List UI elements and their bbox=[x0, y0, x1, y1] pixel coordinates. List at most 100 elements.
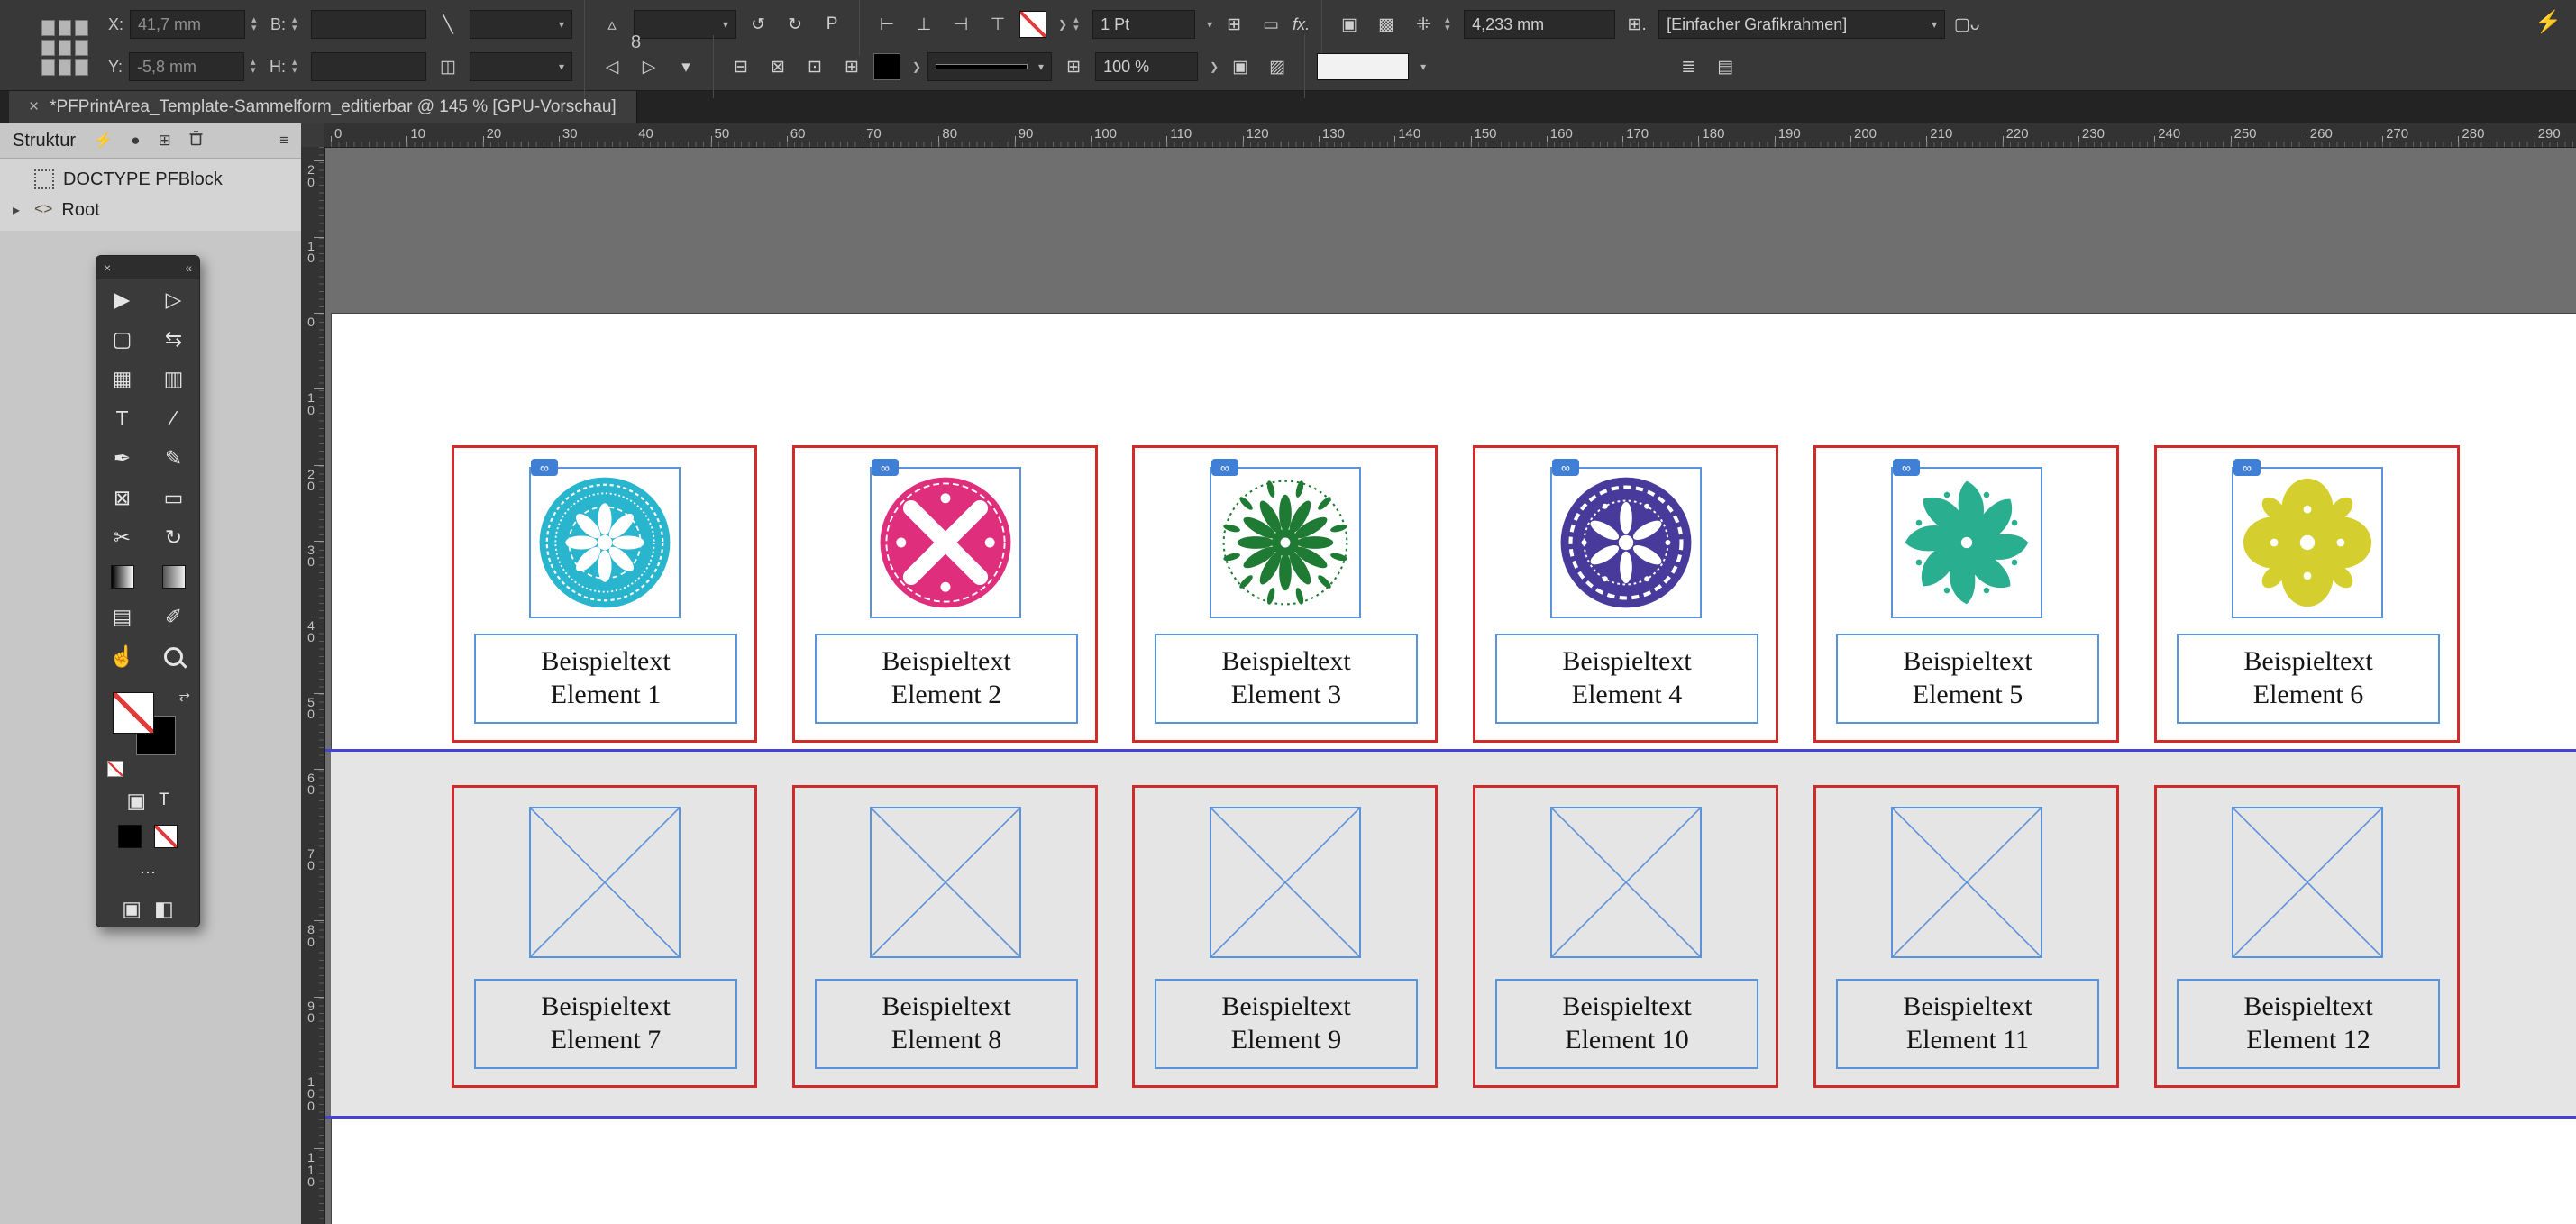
image-frame[interactable]: ∞ bbox=[2232, 467, 2383, 618]
palette-collapse-icon[interactable]: « bbox=[185, 260, 192, 275]
stroke-style-dropdown[interactable]: ▾ bbox=[927, 52, 1052, 81]
text-frame[interactable]: Beispieltext Element 7 bbox=[474, 979, 737, 1069]
scale-x-field[interactable]: ▾ bbox=[470, 10, 572, 39]
direct-selection-tool-icon[interactable]: ▷ bbox=[148, 279, 199, 319]
image-frame[interactable]: ∞ bbox=[1550, 467, 1702, 618]
element-card[interactable]: ∞ bbox=[1813, 445, 2119, 743]
panel-menu-icon[interactable]: ≡ bbox=[279, 132, 288, 150]
constrain-dimensions-icon[interactable]: 8 bbox=[631, 32, 641, 53]
x-position-field[interactable]: 41,7 mm bbox=[130, 10, 245, 39]
rotation-angle-field[interactable]: ▾ bbox=[634, 10, 736, 39]
text-frame[interactable]: Beispieltext Element 10 bbox=[1495, 979, 1758, 1069]
x-stepper[interactable]: ▴▾ bbox=[251, 16, 264, 32]
content-placer-tool-icon[interactable]: ▥ bbox=[148, 359, 199, 398]
spacing-field[interactable]: 4,233 mm bbox=[1464, 10, 1615, 39]
element-card[interactable]: ∞ bbox=[1132, 445, 1438, 743]
zoom-tool-icon[interactable] bbox=[148, 636, 199, 676]
placeholder-frame[interactable] bbox=[2232, 807, 2383, 958]
free-transform-tool-icon[interactable]: ↻ bbox=[148, 517, 199, 557]
palette-close-icon[interactable]: × bbox=[104, 260, 111, 275]
eyedropper-tool-icon[interactable]: ✐ bbox=[148, 597, 199, 636]
select-content-button[interactable]: P bbox=[817, 10, 847, 39]
new-element-icon[interactable]: ⊞ bbox=[158, 132, 170, 150]
text-frame[interactable]: Beispieltext Element 12 bbox=[2177, 979, 2440, 1069]
default-fill-stroke-icon[interactable] bbox=[107, 761, 123, 777]
image-frame[interactable]: ∞ bbox=[529, 467, 681, 618]
rotate-ccw-icon[interactable]: ↺ bbox=[743, 10, 773, 39]
delete-element-icon[interactable] bbox=[189, 131, 203, 151]
preview-mode-button[interactable]: ◧ bbox=[154, 897, 174, 921]
flip-horizontal-icon[interactable]: ◁ bbox=[597, 52, 627, 81]
flip-vertical-icon[interactable]: ▷ bbox=[634, 52, 664, 81]
object-style-dropdown[interactable]: [Einfacher Grafikrahmen] ▾ bbox=[1658, 10, 1945, 39]
ruler-corner[interactable] bbox=[301, 123, 325, 148]
image-frame[interactable]: ∞ bbox=[1891, 467, 2042, 618]
view-options-icon[interactable]: ⋯ bbox=[140, 863, 156, 882]
align-left-icon[interactable]: ⊢ bbox=[872, 10, 902, 39]
snippet-icon[interactable]: ● bbox=[131, 132, 140, 150]
gradient-tool-icon[interactable] bbox=[96, 557, 148, 597]
frame-options-icon[interactable]: ▭ bbox=[1256, 10, 1286, 39]
corner-radius-icon[interactable]: ⊞. bbox=[1621, 10, 1652, 39]
element-card[interactable]: Beispieltext Element 9 bbox=[1132, 785, 1438, 1088]
text-frame[interactable]: Beispieltext Element 3 bbox=[1155, 634, 1418, 724]
document-tab[interactable]: × *PFPrintArea_Template-Sammelform_editi… bbox=[9, 90, 637, 123]
element-card[interactable]: Beispieltext Element 12 bbox=[2154, 785, 2460, 1088]
placeholder-frame[interactable] bbox=[1891, 807, 2042, 958]
image-frame[interactable]: ∞ bbox=[870, 467, 1021, 618]
flip-dropdown-icon[interactable]: ▾ bbox=[671, 52, 701, 81]
gap-tool-icon[interactable]: ⇆ bbox=[148, 319, 199, 359]
text-wrap-off-icon[interactable]: ▣ bbox=[1334, 10, 1365, 39]
text-frame[interactable]: Beispieltext Element 4 bbox=[1495, 634, 1758, 724]
element-card[interactable]: Beispieltext Element 10 bbox=[1473, 785, 1778, 1088]
horizontal-ruler[interactable]: 0102030405060708090100110120130140150160… bbox=[324, 123, 2576, 148]
formatting-text-button[interactable]: T bbox=[159, 790, 169, 810]
fit-content-icon[interactable]: ▣ bbox=[1225, 52, 1256, 81]
text-frame[interactable]: Beispieltext Element 6 bbox=[2177, 634, 2440, 724]
stroke-color-swatch[interactable] bbox=[873, 53, 900, 80]
image-frame[interactable]: ∞ bbox=[1210, 467, 1361, 618]
text-frame[interactable]: Beispieltext Element 1 bbox=[474, 634, 737, 724]
rectangle-tool-icon[interactable]: ▭ bbox=[148, 478, 199, 517]
shear-field[interactable]: ▾ bbox=[470, 52, 572, 81]
align-top-icon[interactable]: ⊤ bbox=[982, 10, 1013, 39]
text-wrap-on-icon[interactable]: ▩ bbox=[1371, 10, 1402, 39]
distribute-right-icon[interactable]: ⊡ bbox=[799, 52, 830, 81]
y-position-field[interactable]: -5,8 mm bbox=[129, 52, 244, 81]
content-collector-tool-icon[interactable]: ▦ bbox=[96, 359, 148, 398]
rotate-cw-icon[interactable]: ↻ bbox=[780, 10, 810, 39]
apply-color-button[interactable] bbox=[118, 825, 142, 848]
fill-none-swatch[interactable] bbox=[1019, 11, 1046, 38]
pencil-tool-icon[interactable]: ✎ bbox=[148, 438, 199, 478]
line-tool-icon[interactable]: ∕ bbox=[148, 398, 199, 438]
validate-structure-icon[interactable]: ⚡ bbox=[94, 132, 113, 150]
effects-button[interactable]: fx. bbox=[1293, 15, 1310, 34]
text-frame[interactable]: Beispieltext Element 2 bbox=[815, 634, 1078, 724]
element-card[interactable]: Beispieltext Element 8 bbox=[792, 785, 1098, 1088]
formatting-container-button[interactable]: ▣ bbox=[126, 789, 146, 813]
text-frame[interactable]: Beispieltext Element 5 bbox=[1836, 634, 2099, 724]
tree-item-doctype[interactable]: DOCTYPE PFBlock bbox=[0, 164, 301, 195]
distribute-center-icon[interactable]: ⊠ bbox=[763, 52, 793, 81]
page-tool-icon[interactable]: ▢ bbox=[96, 319, 148, 359]
scale-expand-icon[interactable]: ❯ bbox=[1210, 60, 1219, 73]
corner-options-icon[interactable]: ⊞ bbox=[1219, 10, 1249, 39]
note-tool-icon[interactable]: ▤ bbox=[96, 597, 148, 636]
distribute-bottom-icon[interactable]: ⊞ bbox=[836, 52, 867, 81]
width-stepper[interactable]: ▴▾ bbox=[292, 16, 305, 32]
stroke-swatch-expand-icon[interactable]: ❯ bbox=[912, 60, 921, 73]
element-card[interactable]: ∞ Beispieltext Element 2 bbox=[792, 445, 1098, 743]
element-card[interactable]: Beispieltext Element 11 bbox=[1813, 785, 2119, 1088]
grid-snap-icon[interactable]: ⁜ bbox=[1408, 10, 1439, 39]
apply-none-button[interactable] bbox=[154, 825, 178, 848]
placeholder-frame[interactable] bbox=[1210, 807, 1361, 958]
reference-point-selector[interactable] bbox=[38, 16, 92, 79]
type-tool-icon[interactable]: T bbox=[96, 398, 148, 438]
character-style-icon[interactable]: ▤ bbox=[1710, 52, 1740, 81]
scissors-tool-icon[interactable]: ✂ bbox=[96, 517, 148, 557]
swatch-dropdown[interactable] bbox=[1317, 53, 1409, 80]
normal-mode-button[interactable]: ▣ bbox=[122, 897, 142, 921]
height-field[interactable] bbox=[311, 52, 426, 81]
text-frame[interactable]: Beispieltext Element 11 bbox=[1836, 979, 2099, 1069]
tab-close-icon[interactable]: × bbox=[29, 97, 39, 117]
